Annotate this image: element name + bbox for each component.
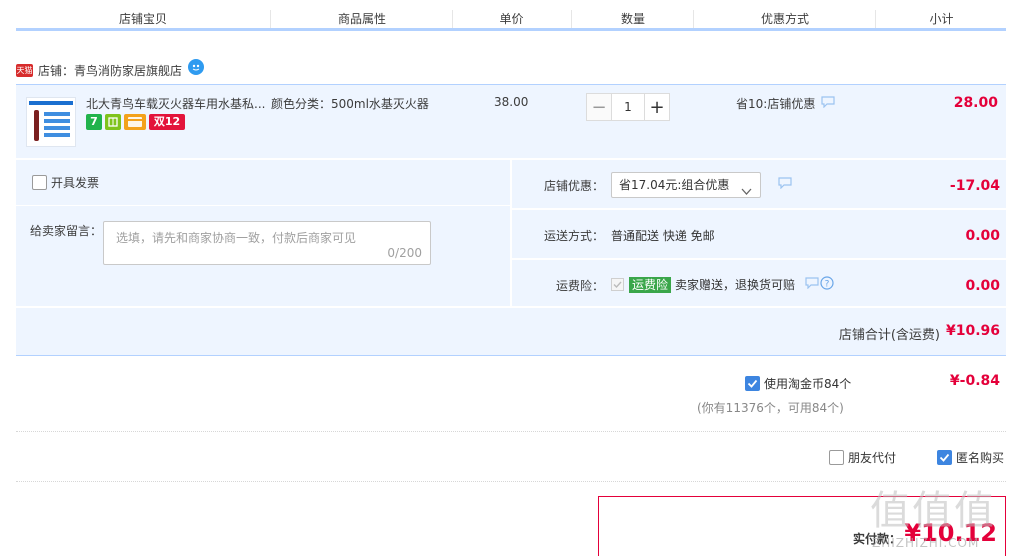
message-char-count: 0/200 — [387, 246, 422, 260]
insurance-amount: 0.00 — [965, 278, 1000, 294]
shop-total-amount: ¥10.96 — [945, 323, 1000, 339]
order-right-panel: 店铺优惠： 省17.04元:组合优惠 -17.04 运送方式： 普通配送 快递 … — [512, 160, 1006, 306]
message-label: 给卖家留言： — [30, 224, 103, 238]
shop-discount-selected: 省17.04元:组合优惠 — [619, 178, 730, 192]
shipping-amount: 0.00 — [965, 228, 1000, 244]
shop-discount-label: 店铺优惠： — [543, 179, 604, 193]
anonymous-buy-checkbox[interactable] — [937, 450, 952, 465]
shop-discount-select[interactable]: 省17.04元:组合优惠 — [611, 172, 761, 198]
shipping-box-icon — [105, 114, 121, 130]
order-left-panel: 开具发票 给卖家留言： 选填，请先和商家协商一致，付款后商家可见 0/200 — [16, 160, 510, 306]
seven-day-return-icon: 7 — [86, 114, 102, 130]
insurance-label: 运费险： — [555, 279, 604, 293]
quantity-minus-button[interactable]: − — [586, 93, 612, 121]
shop-discount-row: 店铺优惠： 省17.04元:组合优惠 -17.04 — [512, 160, 1006, 208]
shop-name-link[interactable]: 店铺：青鸟消防家居旗舰店 — [38, 62, 182, 79]
product-title-link[interactable]: 北大青鸟车载灭火器车用水基私... — [86, 95, 266, 112]
quantity-plus-button[interactable]: + — [644, 93, 670, 121]
shipping-label: 运送方式： — [543, 229, 604, 243]
shipping-row: 运送方式： 普通配送 快递 免邮 0.00 — [512, 210, 1006, 258]
header-divider — [875, 10, 876, 30]
shop-row: 天猫 店铺：青鸟消防家居旗舰店 — [16, 58, 205, 82]
svg-text:?: ? — [825, 280, 830, 290]
invoice-section: 开具发票 — [16, 160, 510, 206]
chat-bubble-icon[interactable] — [778, 177, 792, 192]
unit-price: 38.00 — [494, 95, 529, 109]
tmall-badge-icon: 天猫 — [16, 63, 33, 77]
invoice-checkbox[interactable] — [32, 175, 47, 190]
header-divider — [270, 10, 271, 30]
header-col-price: 单价 — [499, 12, 524, 26]
final-payment-box: 实付款： ¥10.12 — [598, 496, 1006, 556]
chevron-down-icon — [741, 180, 752, 204]
shop-total-row: 店铺合计(含运费) ¥10.96 — [16, 308, 1006, 356]
coins-row: 使用淘金币84个 (你有11376个，可用84个) ¥-0.84 — [16, 362, 1006, 432]
payment-options-row: 朋友代付 匿名购买 — [16, 436, 1006, 482]
friend-pay-option[interactable]: 朋友代付 — [829, 449, 896, 466]
chat-bubble-icon[interactable] — [821, 96, 835, 111]
use-coins-option[interactable]: 使用淘金币84个 — [745, 375, 851, 392]
anonymous-buy-label: 匿名购买 — [956, 451, 1005, 465]
insurance-tag: 运费险 — [629, 276, 672, 293]
invoice-option[interactable]: 开具发票 — [32, 174, 99, 191]
friend-pay-checkbox[interactable] — [829, 450, 844, 465]
message-placeholder: 选填，请先和商家协商一致，付款后商家可见 — [116, 231, 357, 245]
product-attribute: 颜色分类：500ml水基灭火器 — [271, 97, 429, 111]
header-col-product: 店铺宝贝 — [118, 12, 167, 26]
quantity-input[interactable]: 1 — [612, 93, 644, 121]
insurance-row: 运费险： 运费险 卖家赠送，退换货可赔 ? 0.00 — [512, 260, 1006, 306]
wangwang-chat-icon[interactable] — [188, 59, 205, 75]
header-underline — [16, 28, 1006, 31]
cart-item-row: 北大青鸟车载灭火器车用水基私... 7 双12 颜色分类：500ml水基灭火器 … — [16, 84, 1006, 158]
quantity-stepper: − 1 + — [586, 93, 670, 121]
item-discount-text: 省10:店铺优惠 — [736, 97, 816, 111]
chat-bubble-icon[interactable] — [805, 277, 819, 292]
help-question-icon[interactable]: ? — [820, 276, 834, 293]
use-coins-label: 使用淘金币84个 — [764, 377, 852, 391]
header-col-attribute: 商品属性 — [337, 12, 386, 26]
header-col-subtotal: 小计 — [929, 12, 954, 26]
insurance-option: 运费险 卖家赠送，退换货可赔 ? — [611, 276, 834, 293]
friend-pay-label: 朋友代付 — [848, 451, 897, 465]
final-payment-amount: ¥10.12 — [904, 519, 997, 547]
insurance-text: 卖家赠送，退换货可赔 — [675, 278, 796, 292]
shop-discount-amount: -17.04 — [949, 178, 1000, 194]
header-divider — [452, 10, 453, 30]
seller-message-textarea[interactable]: 选填，请先和商家协商一致，付款后商家可见 0/200 — [103, 221, 431, 265]
shop-total-label: 店铺合计(含运费) — [838, 328, 940, 343]
item-discount: 省10:店铺优惠 — [736, 95, 835, 112]
header-col-quantity: 数量 — [620, 12, 645, 26]
item-subtotal: 28.00 — [953, 95, 998, 111]
header-divider — [693, 10, 694, 30]
service-tags: 7 双12 — [86, 114, 185, 130]
coins-balance-note: (你有11376个，可用84个) — [697, 401, 844, 415]
credit-card-icon — [124, 114, 146, 130]
coins-amount: ¥-0.84 — [949, 373, 1000, 389]
header-divider — [571, 10, 572, 30]
order-options: 开具发票 给卖家留言： 选填，请先和商家协商一致，付款后商家可见 0/200 店… — [16, 160, 1006, 358]
use-coins-checkbox[interactable] — [745, 376, 760, 391]
product-thumbnail[interactable] — [26, 97, 76, 147]
anonymous-buy-option[interactable]: 匿名购买 — [937, 449, 1004, 466]
invoice-label: 开具发票 — [51, 176, 100, 190]
shipping-method: 普通配送 快递 免邮 — [611, 229, 715, 243]
header-col-discount: 优惠方式 — [760, 12, 809, 26]
insurance-checkbox-disabled — [611, 278, 624, 291]
final-payment-label: 实付款： — [853, 532, 902, 546]
double12-badge: 双12 — [149, 114, 185, 130]
